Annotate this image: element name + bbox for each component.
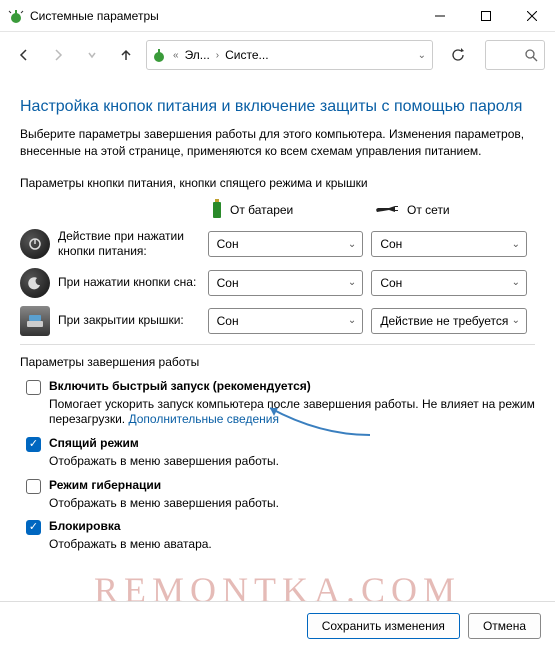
- titlebar: Системные параметры: [0, 0, 555, 32]
- lid-close-row: При закрытии крышки: Сон⌄ Действие не тр…: [20, 306, 535, 336]
- lock-title: Блокировка: [49, 519, 121, 533]
- chevron-down-icon: ⌄: [512, 239, 520, 250]
- sleep-button-row: При нажатии кнопки сна: Сон⌄ Сон⌄: [20, 268, 535, 298]
- power-plugged-dropdown[interactable]: Сон⌄: [371, 231, 527, 257]
- maximize-button[interactable]: [463, 0, 509, 32]
- divider: [20, 344, 535, 345]
- lid-close-label: При закрытии крышки:: [58, 313, 208, 329]
- sleep-battery-dropdown[interactable]: Сон⌄: [208, 270, 364, 296]
- minimize-button[interactable]: [417, 0, 463, 32]
- power-buttons-section-label: Параметры кнопки питания, кнопки спящего…: [20, 176, 535, 190]
- power-options-icon: [151, 47, 167, 63]
- cancel-button[interactable]: Отмена: [468, 613, 541, 639]
- breadcrumb[interactable]: « Эл... › Систе... ⌄: [146, 40, 433, 70]
- hibernate-checkbox[interactable]: [26, 479, 41, 494]
- power-button-label: Действие при нажатии кнопки питания:: [58, 229, 208, 260]
- hibernate-description: Отображать в меню завершения работы.: [49, 496, 535, 512]
- breadcrumb-item[interactable]: Эл...: [185, 48, 210, 62]
- sleep-plugged-dropdown[interactable]: Сон⌄: [371, 270, 527, 296]
- sleep-option: ✓ Спящий режим: [20, 436, 535, 452]
- search-input[interactable]: [485, 40, 545, 70]
- power-battery-dropdown[interactable]: Сон⌄: [208, 231, 364, 257]
- chevron-down-icon: ⌄: [348, 315, 356, 326]
- content-area: Настройка кнопок питания и включение защ…: [0, 78, 555, 571]
- sleep-button-label: При нажатии кнопки сна:: [58, 275, 208, 291]
- shutdown-section-label: Параметры завершения работы: [20, 355, 535, 369]
- chevron-down-icon: ⌄: [512, 315, 520, 326]
- lock-description: Отображать в меню аватара.: [49, 537, 535, 553]
- more-info-link[interactable]: Дополнительные сведения: [128, 412, 278, 426]
- column-headers: От батареи От сети: [20, 198, 535, 223]
- hibernate-option: Режим гибернации: [20, 478, 535, 494]
- close-button[interactable]: [509, 0, 555, 32]
- power-button-row: Действие при нажатии кнопки питания: Сон…: [20, 229, 535, 260]
- fastboot-title: Включить быстрый запуск (рекомендуется): [49, 379, 311, 393]
- app-icon: [8, 8, 24, 24]
- hibernate-title: Режим гибернации: [49, 478, 161, 492]
- window-title: Системные параметры: [30, 9, 417, 23]
- page-description: Выберите параметры завершения работы для…: [20, 126, 535, 160]
- sleep-button-icon: [20, 268, 50, 298]
- lid-plugged-dropdown[interactable]: Действие не требуется⌄: [371, 308, 527, 334]
- save-button[interactable]: Сохранить изменения: [307, 613, 460, 639]
- chevron-right-icon: ›: [216, 50, 219, 61]
- forward-button[interactable]: [44, 41, 72, 69]
- lid-icon: [20, 306, 50, 336]
- sleep-description: Отображать в меню завершения работы.: [49, 454, 535, 470]
- chevron-down-icon[interactable]: ⌄: [418, 50, 426, 61]
- fastboot-checkbox[interactable]: [26, 380, 41, 395]
- footer: Сохранить изменения Отмена: [0, 601, 555, 649]
- fastboot-option: Включить быстрый запуск (рекомендуется): [20, 379, 535, 395]
- chevron-left-icon: «: [173, 50, 179, 61]
- battery-icon: [210, 198, 224, 223]
- recent-dropdown[interactable]: [78, 41, 106, 69]
- chevron-down-icon: ⌄: [348, 277, 356, 288]
- nav-row: « Эл... › Систе... ⌄: [0, 32, 555, 78]
- power-button-icon: [20, 229, 50, 259]
- lock-checkbox[interactable]: ✓: [26, 520, 41, 535]
- up-button[interactable]: [112, 41, 140, 69]
- search-icon: [525, 49, 538, 62]
- plugged-column-header: От сети: [375, 202, 533, 219]
- fastboot-description: Помогает ускорить запуск компьютера посл…: [49, 397, 535, 428]
- chevron-down-icon: ⌄: [348, 239, 356, 250]
- shutdown-section: Параметры завершения работы Включить быс…: [20, 355, 535, 553]
- breadcrumb-item[interactable]: Систе...: [225, 48, 268, 62]
- battery-column-header: От батареи: [210, 198, 375, 223]
- sleep-checkbox[interactable]: ✓: [26, 437, 41, 452]
- refresh-button[interactable]: [443, 40, 473, 70]
- lock-option: ✓ Блокировка: [20, 519, 535, 535]
- chevron-down-icon: ⌄: [512, 277, 520, 288]
- page-heading: Настройка кнопок питания и включение защ…: [20, 98, 535, 116]
- lid-battery-dropdown[interactable]: Сон⌄: [208, 308, 364, 334]
- plug-icon: [375, 202, 401, 219]
- sleep-title: Спящий режим: [49, 436, 139, 450]
- back-button[interactable]: [10, 41, 38, 69]
